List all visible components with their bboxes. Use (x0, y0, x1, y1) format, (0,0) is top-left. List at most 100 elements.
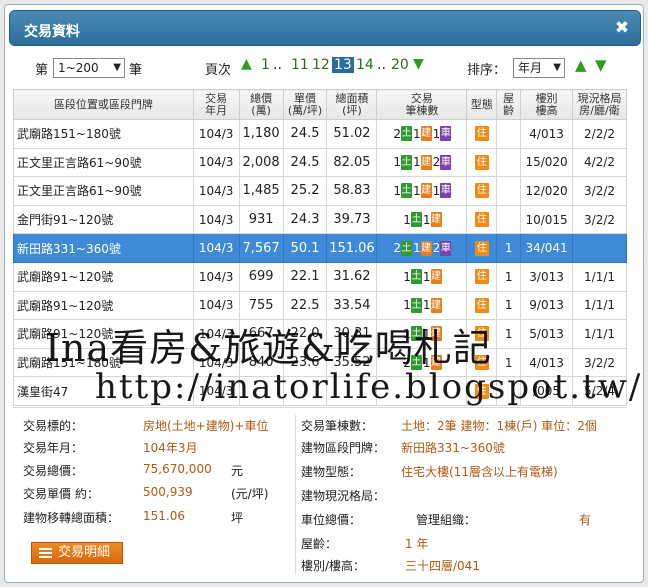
table-row[interactable]: 正文里正言路61~90號 104/3 2,008 24.5 82.05 1土 1建 2車住 15… (13, 147, 627, 178)
unit-price-label: 交易單價 約： (23, 487, 99, 501)
table-row[interactable]: 正文里正言路61~90號 104/3 1,485 25.2 58.83 1土 1建 1車住 12… (13, 176, 627, 206)
sort-label: 排序： (467, 63, 507, 78)
table-row[interactable]: 武廟路91~120號 104/3 755 22.5 33.54 1土 1建住 1 9/013 1/… (13, 290, 627, 321)
sort-desc-icon[interactable]: ▼ (595, 56, 607, 74)
range-prefix: 第 (35, 63, 49, 78)
count-land: 1 (403, 298, 411, 313)
cell-age: 1 (496, 319, 522, 349)
column-header[interactable]: 單價 (萬/坪) (282, 89, 328, 120)
residential-badge: 住 (474, 297, 489, 313)
sort-asc-icon[interactable]: ▲ (575, 56, 587, 74)
total-unit: 元 (231, 464, 244, 478)
cell-floor: 10/015 (520, 204, 574, 235)
cell-total: 755 (238, 290, 284, 321)
land-badge: 土 (410, 269, 422, 285)
count-build: 1 (413, 155, 421, 170)
address-value: 新田路331~360號 (401, 441, 505, 455)
target-value: 房地(土地+建物)+車位 (143, 419, 269, 433)
cell-total: 2,008 (238, 147, 284, 178)
cell-floor: 3/013 (520, 261, 574, 292)
current-page: 13 (332, 57, 354, 73)
floor-value: 三十四層/041 (405, 559, 480, 573)
target-label: 交易標的： (23, 419, 84, 433)
dialog-titlebar: 交易資料 ✖ (9, 10, 641, 46)
column-header[interactable]: 型態 (466, 89, 498, 120)
cell-counts: 2土 1建 2車 (376, 233, 468, 263)
cell-floor: 9/013 (520, 290, 574, 321)
table-row[interactable]: 武廟路151~180號 104/3 1,180 24.5 51.02 2土 1建 1車住 4/0… (13, 119, 627, 149)
column-header[interactable]: 屋 齡 (496, 89, 522, 120)
count-land: 1 (403, 212, 411, 227)
cell-addr: 武廟路91~120號 (13, 261, 194, 292)
menu-icon (39, 548, 52, 558)
range-select-value: 1~200 (58, 61, 99, 75)
total-value: 75,670,000 (143, 462, 212, 476)
residential-badge: 住 (474, 154, 489, 170)
cell-area: 39.73 (326, 204, 378, 235)
table-row[interactable]: 新田路331~360號 104/3 7,567 50.1 151.06 2土 1建 2車住 1 3… (13, 233, 627, 263)
cell-type: 住 (466, 290, 498, 321)
table-header-row: 區段位置或區段門牌 交易 年月 總價 (萬) 單價 (萬/坪) 總面積 (坪) 交易 筆棟… (13, 89, 627, 120)
watermark-title: Ina看房&旅遊&吃喝札記 (45, 326, 492, 370)
cell-age: 1 (496, 290, 522, 321)
cell-ym: 104/3 (192, 261, 240, 292)
cell-floor: 12/020 (520, 176, 574, 206)
column-header[interactable]: 交易 年月 (192, 89, 240, 120)
page-link[interactable]: 12 (312, 57, 330, 73)
table-row[interactable]: 金門街91~120號 104/3 931 24.3 39.73 1土 1建住 10/015 3/… (13, 204, 627, 235)
column-header[interactable]: 總面積 (坪) (326, 89, 378, 120)
prev-page-icon[interactable]: ▲ (241, 56, 252, 72)
cell-layout: 1/1/1 (572, 290, 627, 321)
transaction-detail-button[interactable]: 交易明細 (31, 542, 123, 564)
building-type-label: 建物型態： (301, 465, 362, 479)
residential-badge: 住 (474, 240, 489, 256)
cell-total: 1,180 (238, 119, 284, 149)
cell-age (496, 119, 522, 149)
floor-label: 樓別/樓高： (301, 559, 366, 573)
column-header[interactable]: 現況格局 房/廳/衛 (572, 89, 627, 120)
dropdown-arrow-icon: ▼ (113, 62, 121, 73)
page-link[interactable]: 11 (291, 57, 309, 73)
page-link[interactable]: 14 (356, 57, 374, 73)
cell-layout: 3/2/2 (572, 176, 627, 206)
count-land: 1 (393, 183, 402, 198)
table-row[interactable]: 武廟路91~120號 104/3 699 22.1 31.62 1土 1建住 1 3/013 1/… (13, 261, 627, 292)
cell-addr: 新田路331~360號 (13, 233, 194, 263)
build-badge: 建 (420, 240, 432, 256)
cell-unit: 22.1 (282, 261, 328, 292)
page-label: 頁次 (205, 63, 232, 78)
range-select[interactable]: 1~200 ▼ (53, 58, 125, 78)
cell-area: 31.62 (326, 261, 378, 292)
column-header[interactable]: 樓別 樓高 (520, 89, 574, 120)
cell-type: 住 (466, 233, 498, 263)
build-badge: 建 (420, 126, 432, 142)
page-link[interactable]: 1 (261, 57, 270, 73)
cell-counts: 1土 1建 (376, 261, 468, 292)
transaction-dialog: 交易資料 ✖ 第 1~200 ▼ 筆 頁次 ▲ 1 .. 11 12 13 14… (4, 4, 644, 583)
cell-unit: 24.5 (282, 147, 328, 178)
column-header[interactable]: 總價 (萬) (238, 89, 284, 120)
close-icon[interactable]: ✖ (612, 17, 632, 39)
count-label: 交易筆棟數： (301, 419, 374, 433)
residential-badge: 住 (474, 183, 489, 199)
cell-age (496, 204, 522, 235)
cell-layout: 2/2/2 (572, 119, 627, 149)
column-header[interactable]: 區段位置或區段門牌 (13, 89, 194, 120)
cell-unit: 24.5 (282, 119, 328, 149)
cell-counts: 2土 1建 1車 (376, 119, 468, 149)
cell-total: 699 (238, 261, 284, 292)
area-label: 建物移轉總面積： (23, 511, 120, 525)
column-header[interactable]: 交易 筆棟數 (376, 89, 468, 120)
page-link[interactable]: 20 (391, 57, 409, 73)
age-value: 1 年 (405, 537, 429, 551)
next-page-icon[interactable]: ▼ (413, 56, 424, 72)
count-car: 2 (432, 241, 441, 256)
sort-select[interactable]: 年月 ▼ (513, 58, 565, 78)
count-car: 1 (432, 183, 441, 198)
count-car: 2 (432, 155, 441, 170)
ym-label: 交易年月： (23, 441, 84, 455)
building-type-value: 住宅大樓(11層含以上有電梯) (401, 465, 558, 479)
cell-age: 1 (496, 233, 522, 263)
cell-counts: 1土 1建 (376, 204, 468, 235)
watermark-url: http://inatorlife.blogspot.tw/ (95, 367, 643, 407)
